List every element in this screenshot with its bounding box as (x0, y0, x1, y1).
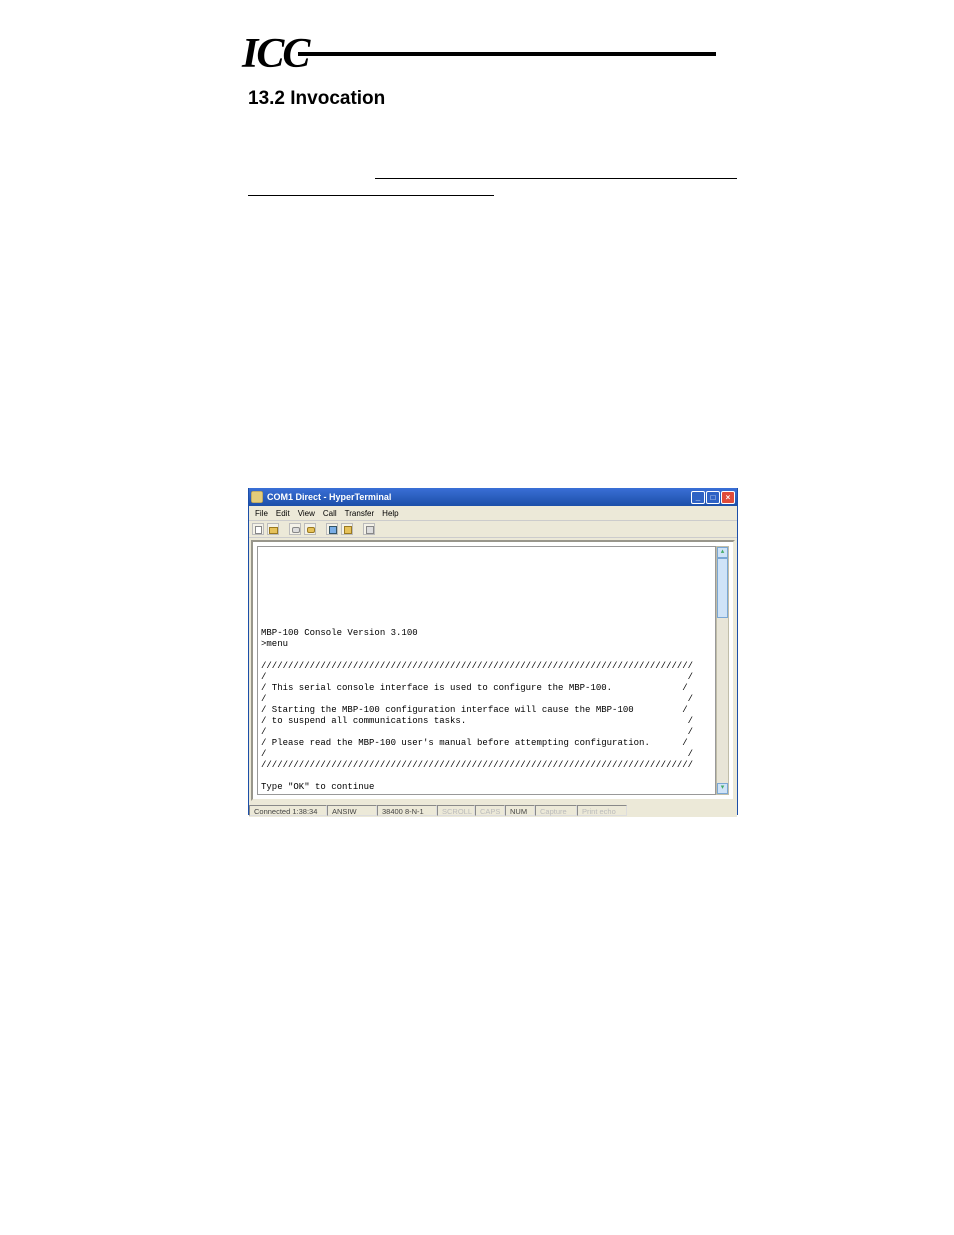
send-icon[interactable] (326, 523, 338, 535)
minimize-button[interactable]: _ (691, 491, 705, 504)
menu-call[interactable]: Call (319, 509, 341, 518)
app-icon (251, 491, 263, 503)
status-caps: CAPS (475, 805, 505, 816)
maximize-button[interactable]: □ (706, 491, 720, 504)
new-icon[interactable] (252, 523, 264, 535)
disconnect-icon[interactable] (304, 523, 316, 535)
status-port: 38400 8-N-1 (377, 805, 437, 816)
menu-edit[interactable]: Edit (272, 509, 294, 518)
status-connected: Connected 1:38:34 (249, 805, 327, 816)
toolbar (249, 521, 737, 538)
window-buttons: _ □ × (691, 491, 735, 504)
scroll-thumb[interactable] (717, 558, 728, 618)
menubar: File Edit View Call Transfer Help (249, 506, 737, 521)
document-page: ICC 13.2 Invocation COM1 Direct - HyperT… (0, 0, 954, 1235)
text-underline-1 (375, 178, 737, 179)
properties-icon[interactable] (363, 523, 375, 535)
terminal-output[interactable]: MBP-100 Console Version 3.100 >menu ////… (257, 546, 716, 795)
status-emulation: ANSIW (327, 805, 377, 816)
scroll-up-icon[interactable]: ▴ (717, 547, 728, 558)
titlebar: COM1 Direct - HyperTerminal _ □ × (249, 488, 737, 506)
status-print: Print echo (577, 805, 627, 816)
menu-transfer[interactable]: Transfer (341, 509, 379, 518)
text-underline-2 (248, 195, 494, 196)
logo-underline (298, 52, 716, 56)
open-icon[interactable] (267, 523, 279, 535)
call-icon[interactable] (289, 523, 301, 535)
terminal-body: MBP-100 Console Version 3.100 >menu ////… (251, 540, 735, 801)
status-num: NUM (505, 805, 535, 816)
status-capture: Capture (535, 805, 577, 816)
close-button[interactable]: × (721, 491, 735, 504)
scrollbar[interactable]: ▴ ▾ (716, 546, 729, 795)
hyperterminal-window: COM1 Direct - HyperTerminal _ □ × File E… (248, 488, 738, 815)
menu-file[interactable]: File (251, 509, 272, 518)
menu-help[interactable]: Help (378, 509, 402, 518)
status-scroll: SCROLL (437, 805, 475, 816)
scroll-down-icon[interactable]: ▾ (717, 783, 728, 794)
window-title: COM1 Direct - HyperTerminal (267, 492, 691, 502)
section-title: 13.2 Invocation (248, 88, 385, 110)
statusbar: Connected 1:38:34 ANSIW 38400 8-N-1 SCRO… (249, 803, 737, 817)
receive-icon[interactable] (341, 523, 353, 535)
menu-view[interactable]: View (294, 509, 319, 518)
